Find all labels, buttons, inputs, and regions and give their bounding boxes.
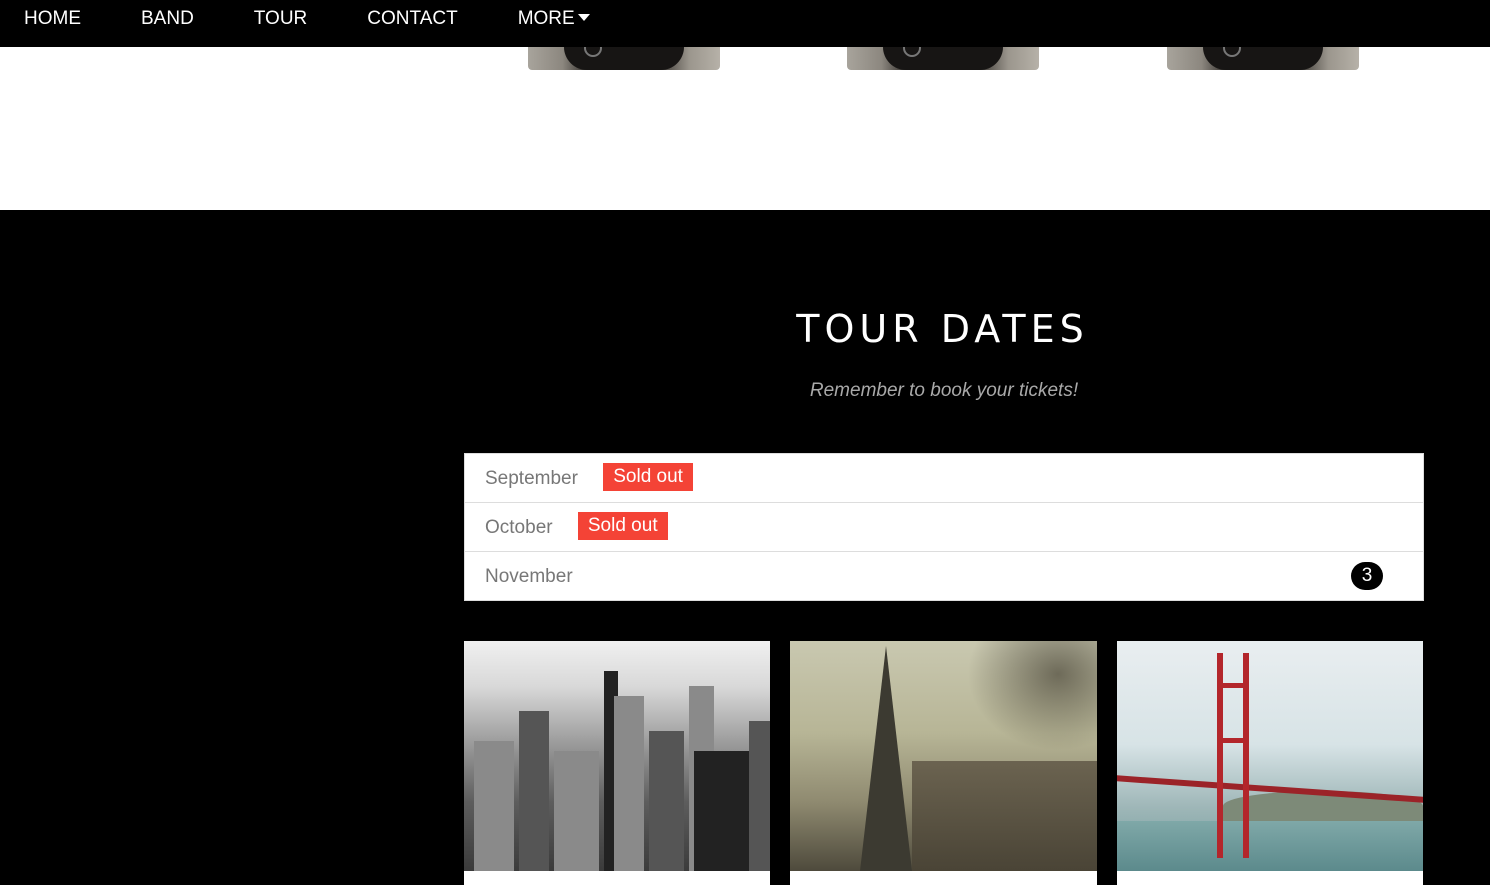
- nav-contact[interactable]: CONTACT: [337, 0, 487, 37]
- month-label: September: [485, 468, 578, 489]
- city-card-paris[interactable]: [790, 641, 1097, 885]
- tour-subtitle: Remember to book your tickets!: [809, 380, 1079, 401]
- city-card-san-francisco[interactable]: [1117, 641, 1423, 885]
- new-york-image: [464, 641, 770, 871]
- sold-out-badge: Sold out: [603, 462, 693, 491]
- city-card-new-york[interactable]: [464, 641, 770, 885]
- count-badge: 3: [1351, 562, 1383, 590]
- nav-home[interactable]: HOME: [0, 0, 111, 37]
- month-label: October: [485, 517, 553, 538]
- list-item-november: November 3: [465, 552, 1423, 600]
- tour-month-list: September Sold out October Sold out Nove…: [464, 453, 1424, 601]
- top-navbar: HOME BAND TOUR CONTACT MORE: [0, 0, 1490, 47]
- tour-section: TOUR DATES Remember to book your tickets…: [0, 210, 1490, 885]
- nav-more-label: MORE: [517, 8, 575, 29]
- sold-out-badge: Sold out: [577, 511, 668, 540]
- month-label: November: [485, 566, 573, 587]
- list-item-september: September Sold out: [465, 454, 1423, 503]
- band-section: [0, 47, 1490, 210]
- caret-down-icon: [577, 13, 590, 21]
- band-member-photo[interactable]: [847, 47, 1039, 70]
- band-member-photo[interactable]: [528, 47, 720, 70]
- nav-more-dropdown[interactable]: MORE: [488, 0, 620, 37]
- nav-tour[interactable]: TOUR: [224, 0, 337, 37]
- san-francisco-image: [1117, 641, 1423, 871]
- band-member-photo[interactable]: [1167, 47, 1359, 70]
- list-item-october: October Sold out: [465, 503, 1423, 552]
- nav-band[interactable]: BAND: [111, 0, 224, 37]
- paris-image: [790, 641, 1097, 871]
- tour-title: TOUR DATES: [796, 307, 1089, 351]
